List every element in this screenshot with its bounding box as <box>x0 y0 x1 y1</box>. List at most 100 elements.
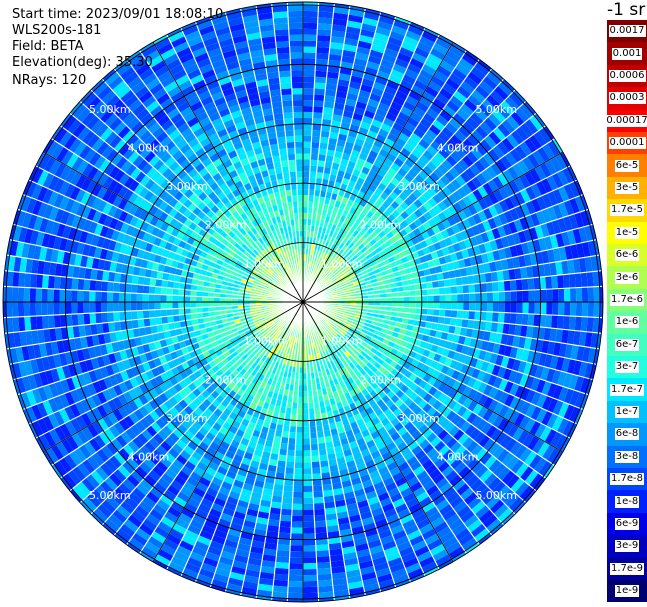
beta-cell <box>498 291 505 302</box>
beta-cell <box>314 70 328 78</box>
beta-cell <box>276 466 286 474</box>
beta-cell <box>148 309 156 319</box>
beta-cell <box>303 414 310 421</box>
beta-cell <box>319 142 329 150</box>
beta-cell <box>303 462 312 469</box>
beta-cell <box>303 105 314 113</box>
beta-cell <box>290 533 303 540</box>
beta-cell <box>444 286 452 295</box>
beta-cell <box>303 88 315 95</box>
beta-cell <box>303 135 312 142</box>
beta-cell <box>148 285 156 295</box>
beta-cell <box>303 426 310 433</box>
beta-cell <box>89 290 96 302</box>
beta-cell <box>53 302 60 316</box>
beta-cell <box>593 302 601 318</box>
beta-cell <box>89 302 96 314</box>
beta-cell <box>53 288 60 302</box>
beta-cell <box>101 280 109 292</box>
beta-cell <box>586 316 594 333</box>
beta-cell <box>303 474 313 481</box>
beta-cell <box>317 579 333 587</box>
beta-cell <box>516 290 523 302</box>
beta-cell <box>303 4 319 12</box>
beta-cell <box>272 585 289 593</box>
beta-cell <box>303 123 313 130</box>
beta-cell <box>289 557 303 564</box>
beta-cell <box>558 302 565 316</box>
beta-cell <box>287 586 303 594</box>
beta-cell <box>317 573 333 581</box>
beta-cell <box>303 450 312 457</box>
beta-cell <box>303 82 315 89</box>
beta-cell <box>77 313 85 326</box>
beta-cell <box>273 579 289 587</box>
beta-cell <box>303 183 310 190</box>
beta-cell <box>486 292 494 302</box>
beta-cell <box>415 302 422 309</box>
beta-cell <box>310 449 320 457</box>
beta-cell <box>314 82 326 90</box>
beta-cell <box>71 277 79 291</box>
beta-cell <box>546 302 553 316</box>
beta-cell <box>486 302 494 312</box>
beta-cell <box>456 310 464 319</box>
beta-cell <box>303 509 315 516</box>
beta-cell <box>83 313 91 325</box>
beta-cell <box>289 551 303 558</box>
beta-cell <box>316 561 331 569</box>
beta-cell <box>317 23 333 31</box>
beta-cell <box>310 159 318 167</box>
beta-cell <box>71 302 78 315</box>
beta-cell <box>288 437 296 445</box>
beta-cell <box>303 16 318 24</box>
beta-cell <box>160 302 167 310</box>
beta-cell <box>130 292 137 302</box>
beta-cell <box>303 64 316 71</box>
beta-cell <box>142 302 149 311</box>
beta-cell <box>546 288 553 302</box>
beta-cell <box>293 479 303 487</box>
beta-cell <box>275 556 290 564</box>
beta-cell <box>319 460 330 468</box>
beta-cell <box>112 292 120 302</box>
beta-cell <box>455 276 463 286</box>
beta-cell <box>455 318 463 328</box>
beta-cell <box>486 311 493 322</box>
beta-cell <box>450 309 458 319</box>
beta-cell <box>509 279 517 292</box>
beta-cell <box>36 315 44 330</box>
beta-cell <box>445 294 452 302</box>
beta-cell <box>497 312 505 324</box>
beta-cell <box>143 318 151 328</box>
beta-cell <box>118 292 126 302</box>
beta-cell <box>59 302 66 315</box>
beta-cell <box>492 311 499 323</box>
beta-cell <box>575 302 583 317</box>
beta-cell <box>303 545 317 552</box>
beta-cell <box>83 290 90 302</box>
beta-cell <box>23 287 31 302</box>
beta-cell <box>160 309 168 317</box>
beta-cell <box>303 491 314 499</box>
beta-cell <box>303 177 310 184</box>
beta-cell <box>451 293 458 302</box>
beta-cell <box>562 274 570 289</box>
beta-cell <box>313 502 325 510</box>
beta-cell <box>154 286 162 295</box>
beta-cell <box>303 195 309 202</box>
beta-cell <box>35 302 42 316</box>
beta-cell <box>569 302 577 317</box>
beta-cell <box>461 275 469 286</box>
beta-cell <box>303 515 315 522</box>
beta-cell <box>303 111 313 119</box>
beta-cell <box>77 278 85 291</box>
beta-cell <box>580 272 588 288</box>
beta-cell <box>131 275 139 285</box>
beta-cell <box>280 514 292 522</box>
beta-cell <box>551 315 559 329</box>
beta-cell <box>142 285 150 294</box>
beta-cell <box>469 302 476 312</box>
beta-cell <box>432 287 440 296</box>
beta-cell <box>409 302 416 308</box>
